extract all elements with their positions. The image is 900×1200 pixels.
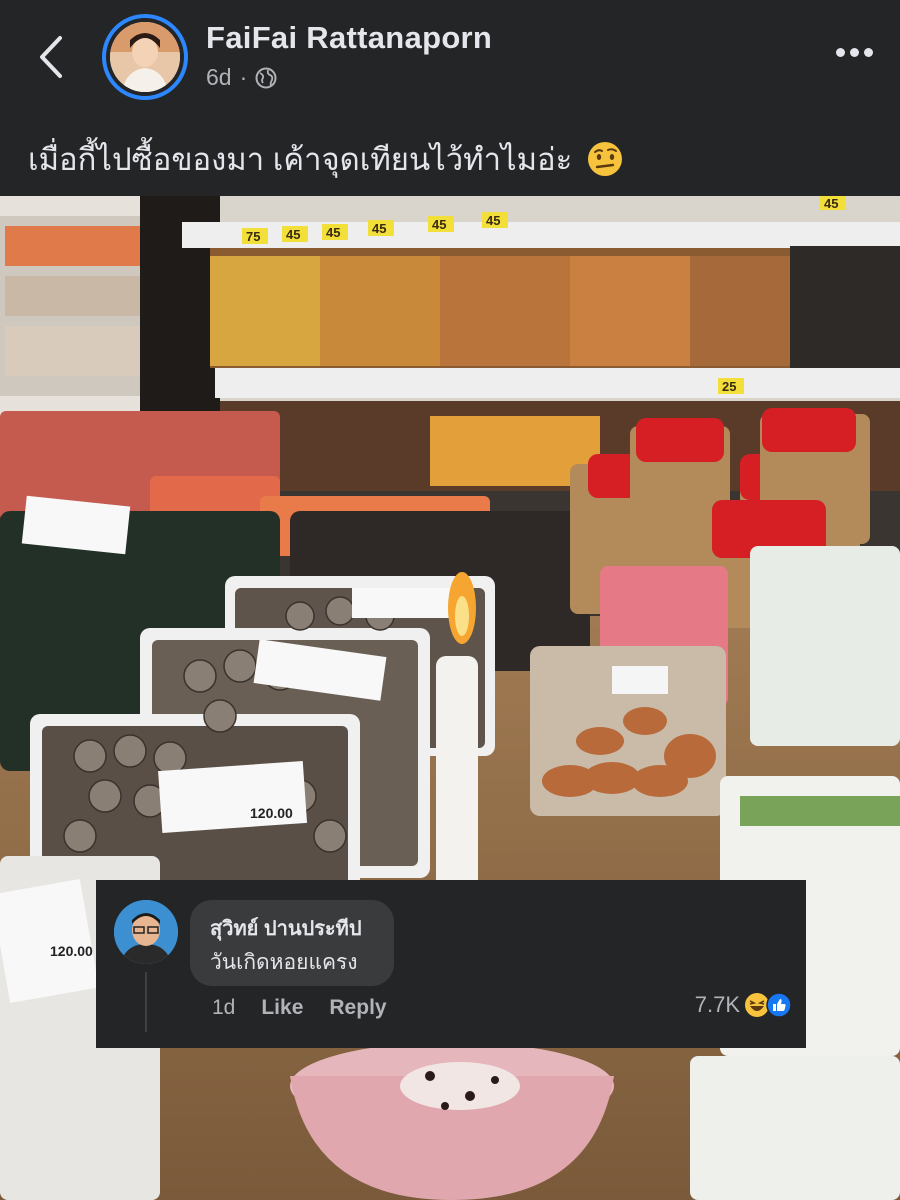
commenter-avatar[interactable] <box>114 900 178 964</box>
price-tag: 25 <box>722 379 736 394</box>
like-button[interactable]: Like <box>261 996 303 1020</box>
comment-text: วันเกิดหอยแครง <box>210 951 358 974</box>
price-tag: 45 <box>372 221 386 236</box>
post-time[interactable]: 6d <box>206 64 232 91</box>
reaction-count: 7.7K <box>694 992 740 1017</box>
price-tag: 45 <box>824 196 838 211</box>
author-avatar[interactable] <box>102 14 188 100</box>
price-tag: 45 <box>486 213 500 228</box>
commenter-name[interactable]: สุวิทย์ ปานประทีป <box>210 912 362 944</box>
comment-bubble[interactable]: สุวิทย์ ปานประทีป วันเกิดหอยแครง <box>190 900 394 986</box>
meta-separator: · <box>239 64 248 90</box>
price-tag: 120.00 <box>250 805 293 821</box>
price-tag: 45 <box>432 217 446 232</box>
price-tag: 45 <box>326 225 340 240</box>
post-meta: 6d · <box>206 64 277 91</box>
post-photo[interactable]: 75 45 45 45 45 45 25 45 120.00 120.00 <box>0 196 900 1200</box>
globe-icon <box>255 67 277 88</box>
thread-line <box>145 972 147 1032</box>
author-name[interactable]: FaiFai Rattanaporn <box>206 20 492 56</box>
more-icon[interactable] <box>836 44 886 68</box>
post-header: FaiFai Rattanaporn 6d · <box>0 0 900 110</box>
post-caption: เมื่อกี้ไปซื้อของมา เค้าจุดเทียนไว้ทำไมอ… <box>28 134 624 184</box>
thinking-face-emoji-icon <box>588 142 623 176</box>
price-tag: 45 <box>286 227 300 242</box>
back-arrow-icon[interactable] <box>34 34 70 80</box>
author-avatar-image <box>110 22 180 92</box>
price-tag: 75 <box>246 229 260 244</box>
comment-reactions[interactable]: 7.7K <box>695 992 792 1018</box>
caption-text: เมื่อกี้ไปซื้อของมา เค้าจุดเทียนไว้ทำไมอ… <box>28 142 573 177</box>
price-tag: 120.00 <box>50 943 93 959</box>
like-reaction-icon <box>766 992 792 1018</box>
reply-button[interactable]: Reply <box>329 996 386 1020</box>
comment-box: สุวิทย์ ปานประทีป วันเกิดหอยแครง 1d Like… <box>96 880 806 1048</box>
comment-actions: 1d Like Reply <box>212 996 387 1020</box>
comment-time[interactable]: 1d <box>212 996 235 1020</box>
